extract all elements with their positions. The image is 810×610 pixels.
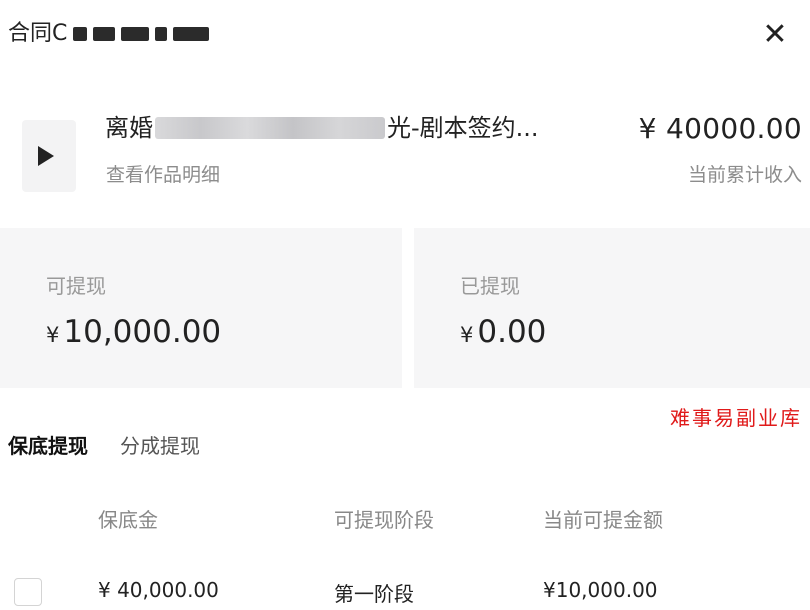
cumulative-income-amount: ¥ 40000.00	[638, 112, 802, 145]
work-title-end: 光-剧本签约...	[387, 114, 539, 142]
withdrawn-value: 0.00	[477, 314, 547, 350]
cumulative-income-label: 当前累计收入	[687, 164, 802, 186]
contract-title: 合同C	[8, 18, 210, 50]
blurred-text	[155, 117, 385, 139]
cell-amount: ¥10,000.00	[543, 578, 658, 602]
currency-symbol: ¥	[46, 323, 60, 347]
cell-guarantee: ¥ 40,000.00	[98, 578, 219, 602]
tab-guarantee-withdraw[interactable]: 保底提现	[8, 430, 88, 459]
redacted-block	[93, 27, 116, 41]
column-header-guarantee: 保底金	[98, 508, 158, 532]
work-summary: 离婚 光-剧本签约... 查看作品明细 ¥ 40000.00 当前累计收入	[0, 100, 810, 200]
cell-stage: 第一阶段	[334, 582, 414, 606]
withdrawable-value: 10,000.00	[63, 314, 222, 350]
withdraw-tabs: 保底提现 分成提现	[8, 430, 200, 459]
watermark-text: 难事易副业库	[670, 406, 802, 430]
redacted-block	[155, 27, 168, 41]
contract-title-text: 合同C	[8, 21, 68, 46]
withdrawable-card: 可提现 ¥10,000.00	[0, 228, 402, 388]
dialog-header: 合同C ✕	[8, 18, 800, 54]
redacted-block	[173, 27, 210, 41]
withdrawn-label: 已提现	[460, 274, 520, 298]
redacted-block	[121, 27, 150, 41]
close-icon[interactable]: ✕	[758, 18, 792, 52]
work-title-start: 离婚	[105, 114, 153, 142]
tab-share-withdraw[interactable]: 分成提现	[120, 430, 200, 459]
row-checkbox[interactable]	[14, 578, 42, 606]
withdrawn-amount: ¥0.00	[460, 314, 546, 350]
work-title: 离婚 光-剧本签约...	[105, 110, 539, 146]
column-header-amount: 当前可提金额	[543, 508, 663, 532]
withdrawable-amount: ¥10,000.00	[46, 314, 221, 350]
redacted-block	[73, 27, 88, 41]
withdrawable-label: 可提现	[46, 274, 106, 298]
play-button[interactable]	[22, 120, 76, 192]
play-icon	[38, 146, 54, 166]
column-header-stage: 可提现阶段	[334, 508, 434, 532]
withdrawn-card: 已提现 ¥0.00	[414, 228, 810, 388]
view-work-details-link[interactable]: 查看作品明细	[106, 160, 220, 187]
currency-symbol: ¥	[460, 323, 474, 347]
